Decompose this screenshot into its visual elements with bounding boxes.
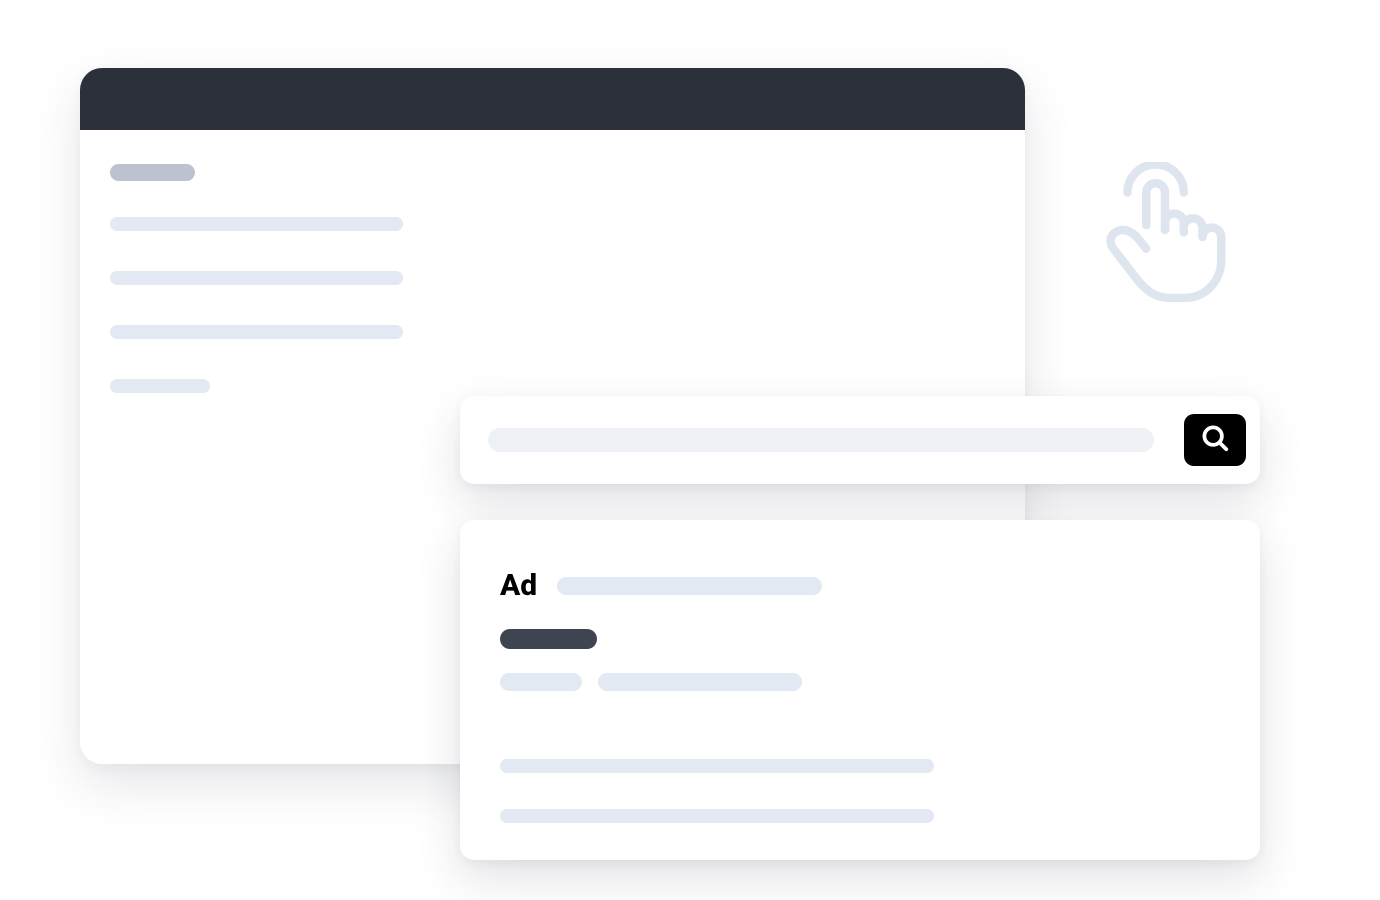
- ad-label: Ad: [500, 568, 537, 603]
- placeholder-ad-meta: [598, 673, 802, 691]
- placeholder-line-short: [110, 379, 210, 393]
- placeholder-heading: [110, 164, 195, 181]
- placeholder-line: [110, 271, 403, 285]
- search-bar-card: [460, 396, 1260, 484]
- search-icon: [1200, 423, 1230, 457]
- placeholder-ad-meta: [500, 673, 582, 691]
- search-result-ad-card: Ad: [460, 520, 1260, 860]
- placeholder-ad-desc-line: [500, 759, 934, 773]
- search-input[interactable]: [488, 428, 1154, 452]
- placeholder-ad-title: [557, 577, 822, 595]
- placeholder-ad-url: [500, 629, 597, 649]
- browser-content: [80, 130, 1025, 393]
- search-button[interactable]: [1184, 414, 1246, 466]
- tap-icon: [1090, 162, 1240, 316]
- placeholder-line: [110, 217, 403, 231]
- placeholder-line: [110, 325, 403, 339]
- ad-result-title-row: Ad: [500, 568, 1220, 603]
- placeholder-ad-desc-line: [500, 809, 934, 823]
- window-title-bar: [80, 68, 1025, 130]
